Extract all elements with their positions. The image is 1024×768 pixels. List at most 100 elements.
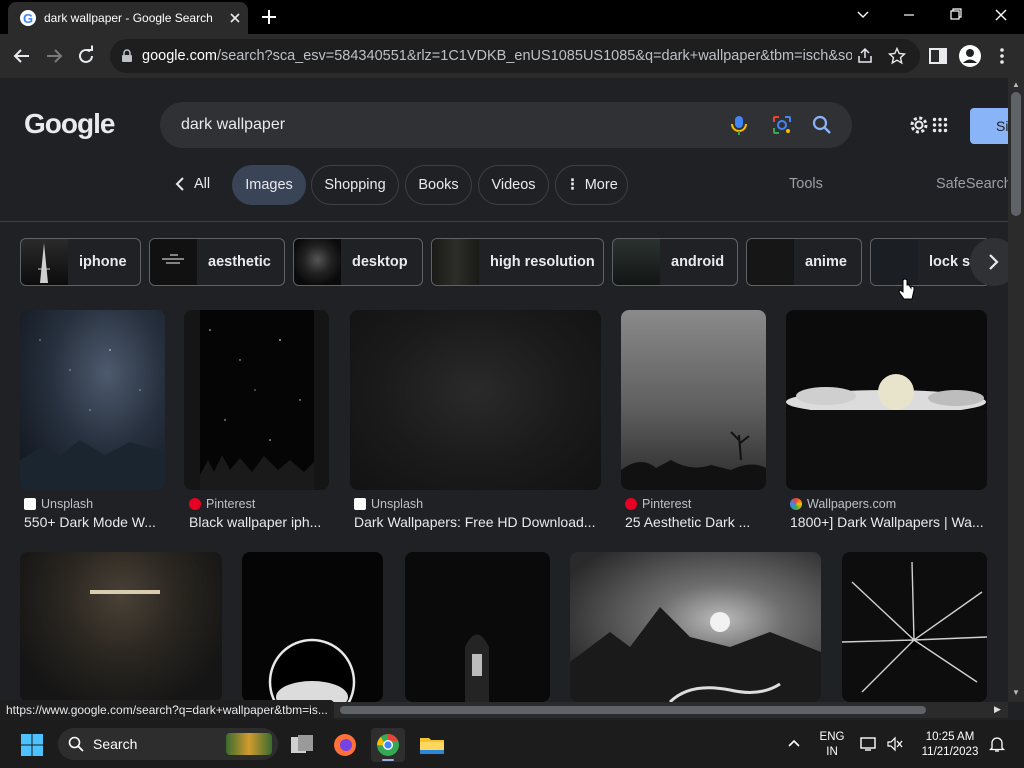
search-input[interactable]: dark wallpaper bbox=[160, 102, 852, 148]
search-icon[interactable] bbox=[811, 114, 833, 136]
result-image[interactable] bbox=[786, 310, 987, 490]
more-dots-icon: ⋮ bbox=[565, 177, 580, 193]
close-tab-icon[interactable] bbox=[226, 9, 244, 27]
result-image[interactable] bbox=[405, 552, 550, 702]
unsplash-icon bbox=[24, 498, 36, 510]
tab-images[interactable]: Images bbox=[232, 165, 306, 205]
close-window-icon[interactable] bbox=[988, 4, 1014, 26]
chip-thumbnail bbox=[432, 239, 479, 285]
chevron-left-icon[interactable] bbox=[172, 174, 188, 194]
result-title[interactable]: Dark Wallpapers: Free HD Download... bbox=[354, 514, 605, 530]
chip-thumbnail bbox=[613, 239, 660, 285]
tools-button[interactable]: Tools bbox=[789, 176, 823, 192]
browser-toolbar: google.com/search?sca_esv=584340551&rlz=… bbox=[0, 34, 1024, 78]
volume-muted-icon[interactable] bbox=[886, 736, 904, 752]
chip-thumbnail bbox=[747, 239, 794, 285]
safesearch-button[interactable]: SafeSearch bbox=[936, 176, 1008, 192]
related-chip[interactable]: anime bbox=[746, 238, 862, 286]
menu-kebab-icon[interactable] bbox=[994, 46, 1010, 66]
result-image[interactable] bbox=[570, 552, 821, 702]
task-view-icon[interactable] bbox=[285, 728, 319, 762]
scroll-down-icon[interactable]: ▼ bbox=[1012, 688, 1020, 697]
profile-avatar-icon[interactable] bbox=[958, 44, 982, 68]
bookmark-star-icon[interactable] bbox=[888, 47, 906, 65]
vertical-scrollbar[interactable]: ▲ ▼ bbox=[1008, 78, 1024, 702]
tray-chevron-up-icon[interactable] bbox=[786, 736, 802, 752]
clock[interactable]: 10:25 AM 11/21/2023 bbox=[912, 730, 988, 760]
result-image[interactable] bbox=[20, 552, 222, 702]
result-image[interactable] bbox=[350, 310, 601, 490]
result-image[interactable] bbox=[184, 310, 329, 490]
windows-start-icon[interactable] bbox=[20, 733, 44, 757]
forward-icon[interactable] bbox=[42, 44, 66, 68]
chrome-taskbar-icon[interactable] bbox=[371, 728, 405, 762]
header-divider bbox=[0, 221, 1008, 222]
svg-text:G: G bbox=[23, 11, 33, 26]
tab-books[interactable]: Books bbox=[405, 165, 472, 205]
result-source[interactable]: Unsplash bbox=[24, 497, 93, 511]
related-chip[interactable]: high resolution bbox=[431, 238, 604, 286]
apps-grid-icon[interactable] bbox=[932, 117, 948, 133]
result-image[interactable] bbox=[621, 310, 766, 490]
result-title[interactable]: Black wallpaper iph... bbox=[189, 514, 334, 530]
google-logo[interactable]: Google bbox=[24, 108, 115, 140]
result-title[interactable]: 1800+] Dark Wallpapers | Wa... bbox=[790, 514, 991, 530]
browser-tab[interactable]: G dark wallpaper - Google Search bbox=[8, 2, 248, 34]
related-chip[interactable]: android bbox=[612, 238, 738, 286]
scroll-right-icon[interactable]: ▶ bbox=[994, 704, 1001, 715]
result-source[interactable]: Unsplash bbox=[354, 497, 423, 511]
share-icon[interactable] bbox=[856, 47, 874, 65]
result-source[interactable]: Wallpapers.com bbox=[790, 497, 896, 511]
status-bar-url: https://www.google.com/search?q=dark+wal… bbox=[0, 700, 334, 720]
scroll-up-icon[interactable]: ▲ bbox=[1012, 80, 1020, 89]
google-favicon-icon: G bbox=[20, 10, 36, 26]
restore-icon[interactable] bbox=[942, 4, 968, 26]
reload-icon[interactable] bbox=[74, 44, 98, 68]
address-bar[interactable]: google.com/search?sca_esv=584340551&rlz=… bbox=[110, 39, 920, 73]
result-source[interactable]: Pinterest bbox=[625, 497, 691, 511]
related-chip[interactable]: iphone bbox=[20, 238, 141, 286]
back-icon[interactable] bbox=[10, 44, 34, 68]
tab-videos[interactable]: Videos bbox=[478, 165, 549, 205]
search-results-page: Google dark wallpaper Si All Images Shop… bbox=[0, 78, 1008, 702]
scroll-thumb[interactable] bbox=[1011, 92, 1021, 216]
chip-thumbnail bbox=[21, 239, 68, 285]
network-icon[interactable] bbox=[860, 736, 878, 752]
unsplash-icon bbox=[354, 498, 366, 510]
minimize-icon[interactable] bbox=[896, 4, 922, 26]
settings-gear-icon[interactable] bbox=[908, 114, 930, 136]
wallpapers-com-icon bbox=[790, 498, 802, 510]
filter-all[interactable]: All bbox=[194, 176, 210, 192]
search-query[interactable]: dark wallpaper bbox=[181, 116, 285, 134]
related-chip[interactable]: desktop bbox=[293, 238, 423, 286]
lock-icon[interactable] bbox=[120, 49, 134, 63]
result-image[interactable] bbox=[20, 310, 165, 490]
taskbar-search[interactable]: Search bbox=[58, 728, 278, 760]
horizontal-scroll-thumb[interactable] bbox=[340, 706, 926, 714]
result-title[interactable]: 550+ Dark Mode W... bbox=[24, 514, 169, 530]
microphone-icon[interactable] bbox=[728, 114, 750, 136]
language-indicator[interactable]: ENG IN bbox=[815, 730, 849, 760]
firefox-icon[interactable] bbox=[328, 728, 362, 762]
related-chip[interactable]: aesthetic bbox=[149, 238, 285, 286]
tab-more[interactable]: ⋮ More bbox=[555, 165, 628, 205]
pinterest-icon bbox=[189, 498, 201, 510]
new-tab-icon[interactable] bbox=[258, 6, 280, 28]
pinterest-icon bbox=[625, 498, 637, 510]
result-image[interactable] bbox=[242, 552, 383, 702]
url-text: google.com/search?sca_esv=584340551&rlz=… bbox=[142, 48, 852, 64]
mouse-cursor-icon bbox=[898, 278, 916, 302]
search-highlight-icon bbox=[226, 733, 272, 755]
tab-search-chevron-icon[interactable] bbox=[850, 4, 876, 26]
search-icon bbox=[68, 736, 84, 752]
sign-in-button[interactable]: Si bbox=[970, 108, 1008, 144]
notification-bell-icon[interactable] bbox=[988, 735, 1006, 753]
lens-camera-icon[interactable] bbox=[771, 114, 793, 136]
side-panel-icon[interactable] bbox=[928, 46, 948, 66]
file-explorer-icon[interactable] bbox=[415, 728, 449, 762]
title-bar: G dark wallpaper - Google Search bbox=[0, 0, 1024, 34]
result-title[interactable]: 25 Aesthetic Dark ... bbox=[625, 514, 770, 530]
result-image[interactable] bbox=[842, 552, 987, 702]
result-source[interactable]: Pinterest bbox=[189, 497, 255, 511]
tab-shopping[interactable]: Shopping bbox=[311, 165, 399, 205]
